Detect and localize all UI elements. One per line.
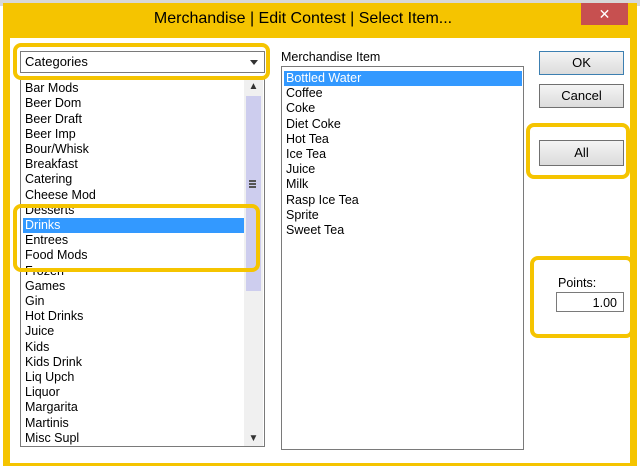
window-title: Merchandise | Edit Contest | Select Item…	[153, 10, 453, 27]
category-item[interactable]: Entrees	[23, 233, 245, 248]
merchandise-item[interactable]: Coke	[284, 101, 522, 116]
title-bar: Merchandise | Edit Contest | Select Item…	[3, 3, 637, 37]
category-item[interactable]: Hot Drinks	[23, 309, 245, 324]
category-item[interactable]: Gin	[23, 294, 245, 309]
merchandise-item[interactable]: Ice Tea	[284, 147, 522, 162]
category-item[interactable]: Kids	[23, 340, 245, 355]
category-item[interactable]: Breakfast	[23, 157, 245, 172]
merchandise-item-label: Merchandise Item	[281, 50, 381, 64]
category-item[interactable]: Beer Imp	[23, 127, 245, 142]
merchandise-list[interactable]: Bottled Water Coffee Coke Diet Coke Hot Tea I…	[281, 66, 524, 450]
category-item[interactable]: Drinks	[23, 218, 245, 233]
cancel-button[interactable]: Cancel	[539, 84, 624, 108]
merchandise-item[interactable]: Rasp Ice Tea	[284, 193, 522, 208]
category-item[interactable]: Liquor	[23, 385, 245, 400]
category-item[interactable]: Martinis	[23, 416, 245, 431]
category-item[interactable]: Beer Draft	[23, 112, 245, 127]
category-item[interactable]: Food Mods	[23, 248, 245, 263]
merchandise-item[interactable]: Sprite	[284, 208, 522, 223]
categories-combo[interactable]: Categories	[20, 51, 265, 73]
all-button[interactable]: All	[539, 140, 624, 166]
dialog-window: Merchandise | Edit Contest | Select Item…	[3, 3, 637, 466]
category-item[interactable]: Margarita	[23, 400, 245, 415]
category-item[interactable]: Misc Supl	[23, 431, 245, 446]
close-button[interactable]: ✕	[581, 3, 628, 25]
merchandise-item[interactable]: Sweet Tea	[284, 223, 522, 238]
category-item[interactable]: Desserts	[23, 203, 245, 218]
merchandise-item[interactable]: Diet Coke	[284, 117, 522, 132]
scroll-up-arrow-icon[interactable]: ▲	[244, 78, 263, 94]
category-item[interactable]: Juice	[23, 324, 245, 339]
scrollbar-thumb[interactable]	[246, 96, 261, 291]
category-item[interactable]: Kids Drink	[23, 355, 245, 370]
merchandise-item[interactable]: Coffee	[284, 86, 522, 101]
merchandise-item[interactable]: Juice	[284, 162, 522, 177]
categories-combo-value: Categories	[25, 54, 88, 69]
category-item[interactable]: Cheese Mod	[23, 188, 245, 203]
points-label: Points:	[558, 276, 597, 290]
merchandise-item[interactable]: Hot Tea	[284, 132, 522, 147]
dialog-client-area: Categories AppetizersBar ModsBeer DomBee…	[10, 38, 634, 463]
category-item[interactable]: Catering	[23, 172, 245, 187]
merchandise-item[interactable]: Milk	[284, 177, 522, 192]
category-item[interactable]: Liq Upch	[23, 370, 245, 385]
merchandise-item[interactable]: Bottled Water	[284, 71, 522, 86]
category-item[interactable]: Bar Mods	[23, 81, 245, 96]
category-item[interactable]: Bour/Whisk	[23, 142, 245, 157]
categories-list[interactable]: AppetizersBar ModsBeer DomBeer DraftBeer…	[20, 77, 265, 447]
close-icon: ✕	[598, 6, 611, 22]
points-input[interactable]: 1.00	[556, 292, 624, 312]
category-item[interactable]: Beer Dom	[23, 96, 245, 111]
scroll-down-arrow-icon[interactable]: ▼	[244, 430, 263, 446]
category-item[interactable]: Games	[23, 279, 245, 294]
categories-scrollbar[interactable]: ▲ ▼	[244, 78, 263, 446]
chevron-down-icon[interactable]	[246, 52, 262, 72]
ok-button[interactable]: OK	[539, 51, 624, 75]
category-item[interactable]: Frozen	[23, 264, 245, 279]
scrollbar-grip-icon	[249, 180, 256, 182]
